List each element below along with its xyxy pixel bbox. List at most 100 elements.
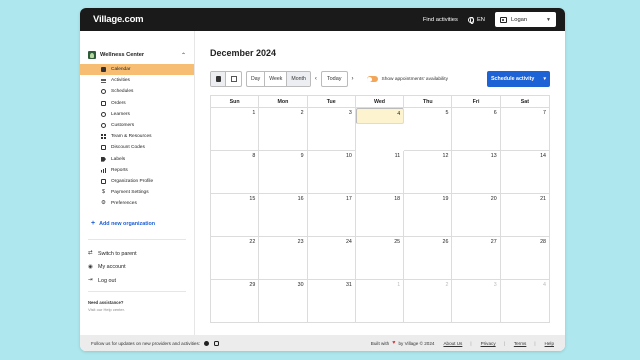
day-cell[interactable]: 14 [500,151,549,194]
day-cell[interactable]: 1 [211,108,260,151]
sidebar-item-reports[interactable]: Reports [80,165,194,176]
calendar-body: 1 2 3 4 5 6 7 8 9 10 11 12 13 14 15 16 17 18 19 20 21 22 23 24 2… [211,108,549,323]
calendar-view-button[interactable] [211,72,226,86]
day-cell[interactable]: 2 [259,108,308,151]
terms-link[interactable]: Terms [514,341,527,346]
sidebar-item-label: Schedules [111,89,134,95]
sidebar-item-preferences[interactable]: ⚙ Preferences [80,198,194,209]
customers-icon [101,123,106,129]
day-cell[interactable]: 19 [404,194,453,237]
tag-icon [101,156,106,162]
day-cell[interactable]: 13 [452,151,501,194]
sidebar-item-label: Payment Settings [111,190,149,196]
log-out-link[interactable]: ⇥ Log out [80,274,194,288]
sidebar-item-team-resources[interactable]: Team & Resources [80,131,194,142]
sidebar-item-customers[interactable]: Customers [80,120,194,131]
day-cell[interactable]: 5 [404,108,453,151]
day-number: 29 [249,282,256,288]
sidebar-item-labels[interactable]: Labels [80,154,194,165]
about-us-link[interactable]: About Us [443,341,462,346]
sidebar-item-orders[interactable]: Orders [80,98,194,109]
day-cell[interactable]: 2 [404,280,453,323]
day-number: 6 [493,110,497,116]
day-cell[interactable]: 24 [307,237,356,280]
day-cell[interactable]: 18 [355,194,405,237]
day-number: 19 [442,196,449,202]
user-card-icon [500,16,507,23]
sidebar-item-discount-codes[interactable]: Discount Codes [80,142,194,153]
user-dropdown[interactable]: Logan ▼ [495,12,556,27]
day-cell[interactable]: 16 [259,194,308,237]
sidebar-item-organization-profile[interactable]: Organization Profile [80,176,194,187]
day-number: 21 [540,196,546,202]
my-account-link[interactable]: ◉ My account [80,261,194,275]
switch-to-parent-link[interactable]: ⇄ Switch to parent [80,247,194,261]
sidebar: Wellness Center ⌃ Calendar Activities Sc… [80,31,195,335]
display-mode-toggle [210,71,242,87]
day-cell[interactable]: 25 [355,237,405,280]
calendar-icon [215,76,221,82]
day-cell[interactable]: 27 [452,237,501,280]
day-cell[interactable]: 3 [452,280,501,323]
day-number: 12 [442,153,449,159]
day-cell[interactable]: 7 [500,108,549,151]
today-button[interactable]: Today [320,71,348,87]
sidebar-item-label: Organization Profile [111,178,154,184]
day-number: 4 [397,111,401,117]
day-cell[interactable]: 15 [211,194,260,237]
day-cell[interactable]: 11 [355,151,405,194]
chevron-down-icon: ▾ [543,76,546,82]
help-center-link[interactable]: Visit our Help center. [80,307,194,312]
day-cell[interactable]: 31 [308,280,356,323]
language-selector[interactable]: EN [467,16,485,25]
find-activities-link[interactable]: Find activities [423,17,458,23]
day-number: 17 [345,196,352,202]
divider [88,239,186,241]
prev-month-icon[interactable]: ‹ [311,76,321,82]
day-cell[interactable]: 6 [452,108,501,151]
sidebar-item-activities[interactable]: Activities [80,75,194,86]
sidebar-item-calendar[interactable]: Calendar [80,64,194,76]
day-cell[interactable]: 21 [500,194,549,237]
day-cell[interactable]: 17 [307,194,356,237]
day-cell[interactable]: 23 [259,237,308,280]
day-cell[interactable]: 26 [404,237,453,280]
day-cell[interactable]: 12 [404,151,453,194]
day-cell[interactable]: 8 [211,151,260,194]
day-cell[interactable]: 20 [452,194,501,237]
day-number: 7 [543,110,546,116]
learners-icon [101,111,106,117]
activities-icon [101,78,106,84]
day-cell[interactable]: 10 [307,151,356,194]
sidebar-item-payment-settings[interactable]: $ Payment Settings [80,187,194,198]
day-cell[interactable]: 4 [501,280,549,323]
instagram-icon[interactable] [214,340,220,346]
day-cell[interactable]: 1 [356,280,405,323]
next-month-icon[interactable]: › [348,76,358,82]
day-cell[interactable]: 30 [259,280,308,323]
day-cell[interactable]: 29 [211,280,260,323]
day-cell[interactable]: 22 [211,237,260,280]
privacy-link[interactable]: Privacy [481,341,496,346]
village-logo[interactable]: Village.com [93,14,144,25]
view-week-button[interactable]: Week [265,72,288,86]
weekday-label: Fri [452,96,501,108]
list-view-button[interactable] [226,72,241,86]
add-organization-button[interactable]: + Add new organization [80,220,194,227]
sidebar-item-learners[interactable]: Learners [80,109,194,120]
view-day-button[interactable]: Day [247,72,266,86]
org-logo [88,51,96,59]
availability-toggle[interactable]: Show appointments' availability [366,76,448,82]
day-number: 9 [300,153,304,159]
facebook-icon[interactable] [204,340,210,346]
view-month-button[interactable]: Month [287,72,310,86]
day-cell[interactable]: 9 [259,151,308,194]
day-cell[interactable]: 3 [307,108,356,151]
org-switcher[interactable]: Wellness Center ⌃ [80,49,194,61]
sidebar-item-schedules[interactable]: Schedules [80,86,194,97]
schedule-activity-button[interactable]: Schedule activity ▾ [487,71,550,87]
help-link[interactable]: Help [545,341,554,346]
toggle-switch[interactable] [366,76,378,82]
day-cell[interactable]: 4 [355,108,405,124]
day-cell[interactable]: 28 [500,237,549,280]
